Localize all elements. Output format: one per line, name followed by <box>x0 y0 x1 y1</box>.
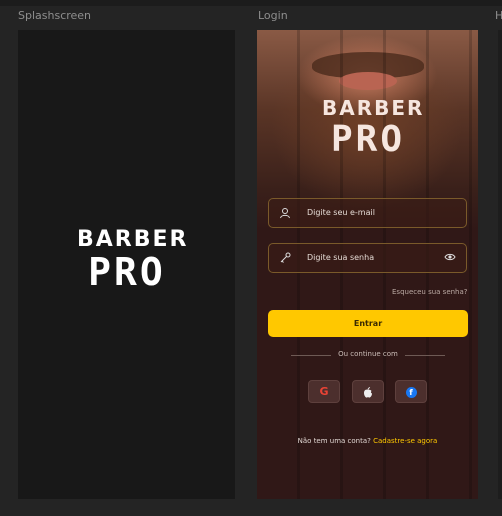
canvas-top-strip <box>0 0 502 6</box>
or-continue-text: Ou continue com <box>338 350 398 358</box>
key-icon <box>279 252 291 264</box>
divider-line-right <box>405 355 445 356</box>
login-logo: BARBER PRO <box>322 96 425 160</box>
login-frame[interactable]: BARBER PRO Digite seu e-mail Digite sua … <box>257 30 478 499</box>
eye-icon[interactable] <box>444 252 456 265</box>
apple-login-button[interactable] <box>352 380 384 403</box>
user-icon <box>279 207 291 219</box>
password-field[interactable]: Digite sua senha <box>268 243 467 273</box>
barber-pro-logo: BARBER PRO <box>77 227 189 294</box>
forgot-password-link[interactable]: Esqueceu sua senha? <box>392 288 468 296</box>
logo-word-pro: PRO <box>88 250 166 294</box>
google-icon: G <box>319 385 329 398</box>
password-placeholder: Digite sua senha <box>307 253 375 262</box>
email-field[interactable]: Digite seu e-mail <box>268 198 467 228</box>
login-logo-word-barber: BARBER <box>322 96 425 120</box>
enter-button[interactable]: Entrar <box>268 310 468 337</box>
third-frame-edge[interactable] <box>498 30 502 499</box>
email-placeholder: Digite seu e-mail <box>307 208 375 217</box>
third-frame-label[interactable]: H <box>495 9 502 22</box>
logo-word-barber: BARBER <box>77 227 189 252</box>
splashscreen-frame[interactable]: BARBER PRO <box>18 30 235 499</box>
facebook-login-button[interactable]: f <box>395 380 427 403</box>
signup-text: Não tem uma conta? <box>297 437 374 445</box>
facebook-icon: f <box>405 386 417 398</box>
google-login-button[interactable]: G <box>308 380 340 403</box>
splashscreen-frame-label[interactable]: Splashscreen <box>18 9 91 22</box>
login-frame-label[interactable]: Login <box>258 9 288 22</box>
apple-icon <box>363 385 373 398</box>
signup-prompt: Não tem uma conta? Cadastre-se agora <box>257 437 478 445</box>
or-continue-divider: Ou continue com <box>291 350 445 360</box>
signup-link[interactable]: Cadastre-se agora <box>373 437 437 445</box>
login-logo-word-pro: PRO <box>330 119 406 160</box>
